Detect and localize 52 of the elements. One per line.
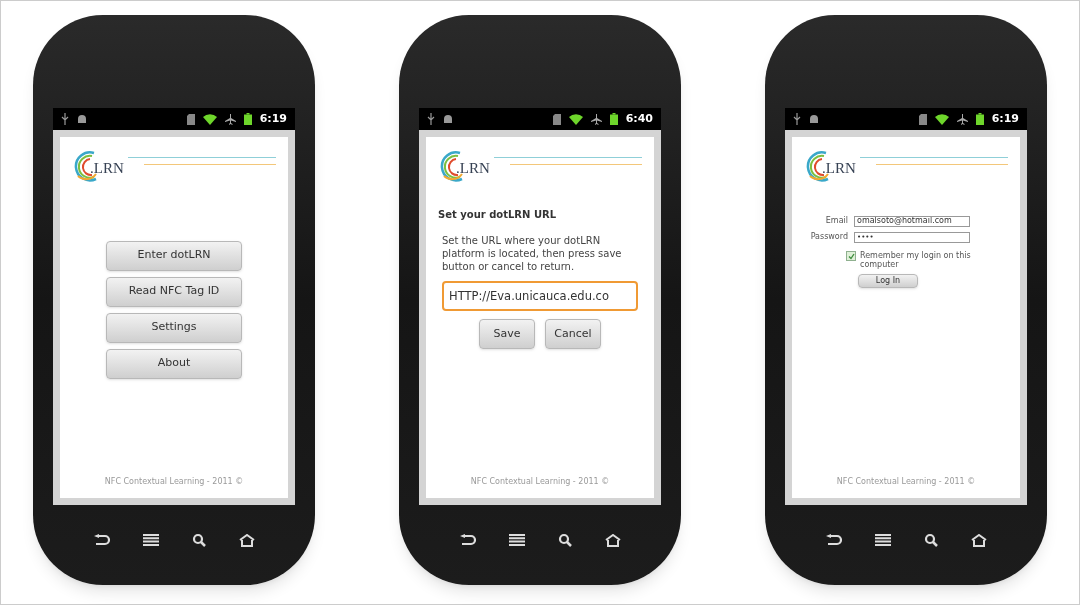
dialog-button[interactable]: Save — [479, 319, 535, 349]
password-label: Password — [809, 231, 848, 243]
back-icon[interactable] — [459, 534, 476, 546]
battery-icon — [609, 113, 618, 125]
logo-text: .LRN — [822, 158, 856, 178]
search-icon[interactable] — [923, 533, 938, 547]
wifi-icon — [568, 113, 583, 125]
wifi-icon — [934, 113, 949, 125]
remember-label: Remember my login on this computer — [860, 251, 972, 269]
menu-icon[interactable] — [508, 534, 525, 546]
status-time: 6:19 — [991, 110, 1019, 127]
logo-text: .LRN — [456, 158, 490, 178]
home-icon[interactable] — [970, 533, 987, 547]
email-label: Email — [824, 215, 848, 227]
menu-icon[interactable] — [142, 534, 159, 546]
battery-icon — [975, 113, 984, 125]
status-time: 6:40 — [625, 110, 653, 127]
search-icon[interactable] — [557, 533, 572, 547]
status-time: 6:19 — [259, 110, 287, 127]
battery-icon — [243, 113, 252, 125]
logo-text: .LRN — [90, 158, 124, 178]
sd-card-icon — [918, 113, 927, 125]
footer-text: NFC Contextual Learning - 2011 © — [469, 476, 611, 488]
email-field[interactable]: omalsoto@hotmail.com — [854, 215, 970, 227]
footer-text: NFC Contextual Learning - 2011 © — [103, 476, 245, 488]
home-icon[interactable] — [604, 533, 621, 547]
login-button[interactable]: Log In — [858, 274, 918, 288]
menu-icon[interactable] — [874, 534, 891, 546]
home-icon[interactable] — [238, 533, 255, 547]
menu-button[interactable]: Settings — [106, 312, 242, 343]
dialog-button[interactable]: Cancel — [545, 319, 601, 349]
usb-icon — [793, 113, 801, 125]
usb-icon — [61, 113, 69, 125]
back-icon[interactable] — [825, 534, 842, 546]
sd-card-icon — [186, 113, 195, 125]
usb-icon — [427, 113, 435, 125]
url-field[interactable]: HTTP://Eva.unicauca.edu.co — [442, 281, 638, 311]
back-icon[interactable] — [93, 534, 110, 546]
menu-button[interactable]: About — [106, 348, 242, 379]
menu-button[interactable]: Read NFC Tag ID — [106, 276, 242, 307]
menu-button[interactable]: Enter dotLRN — [106, 240, 242, 271]
settings-heading: Set your dotLRN URL — [438, 208, 558, 222]
search-icon[interactable] — [191, 533, 206, 547]
settings-description: Set the URL where your dotLRN platform is located, then press save button or cancel to return. — [441, 234, 623, 273]
footer-text: NFC Contextual Learning - 2011 © — [835, 476, 977, 488]
airplane-icon — [224, 113, 236, 125]
checkmark-icon — [847, 252, 855, 260]
airplane-icon — [956, 113, 968, 125]
airplane-icon — [590, 113, 602, 125]
remember-checkbox[interactable] — [846, 251, 856, 261]
wifi-icon — [202, 113, 217, 125]
sd-card-icon — [552, 113, 561, 125]
